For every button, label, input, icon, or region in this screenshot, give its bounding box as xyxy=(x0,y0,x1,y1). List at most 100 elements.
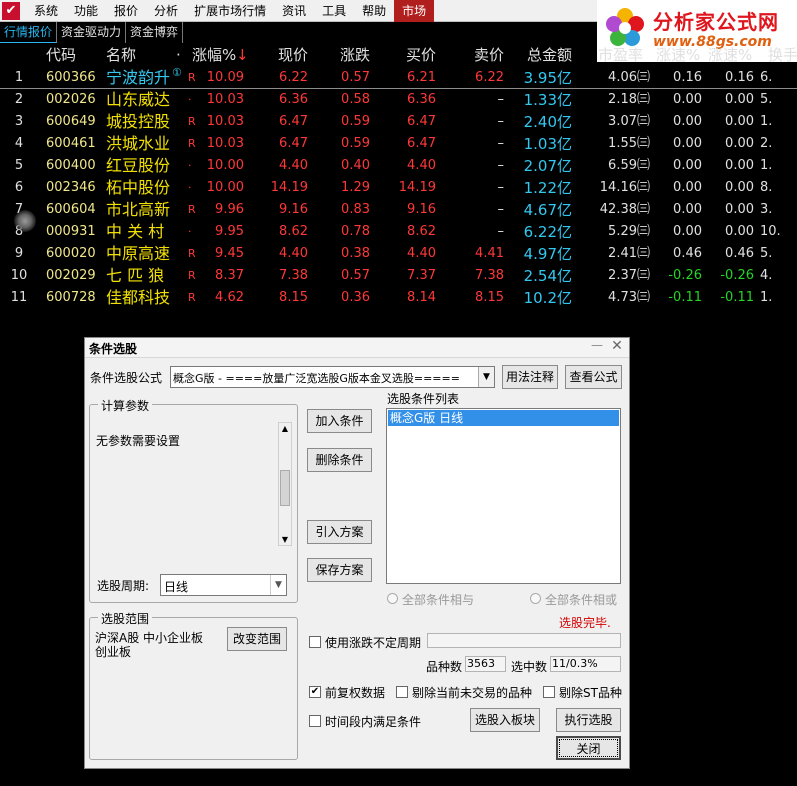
period-select[interactable]: 日线 ▼ xyxy=(160,574,287,596)
header-bid[interactable]: 买价 xyxy=(376,43,436,65)
header-code[interactable]: 代码 xyxy=(46,43,102,65)
bid-price: 6.21 xyxy=(407,70,436,85)
stock-name[interactable]: 中 关 村 xyxy=(106,221,186,243)
forward-adjust-checkbox[interactable]: ✔ xyxy=(309,686,321,698)
table-row[interactable]: 5 600400 红豆股份 · 10.00 4.40 0.40 4.40 – 2.07亿 6.59㈢… xyxy=(0,155,797,177)
close-icon[interactable]: ✕ xyxy=(609,338,625,356)
close-button[interactable]: 关闭 xyxy=(556,736,621,760)
minimize-icon[interactable]: — xyxy=(589,338,605,356)
table-row[interactable]: 4 600461 洪城水业 R 10.03 6.47 0.59 6.47 – 1.03亿 1.55㈢… xyxy=(0,133,797,155)
price: 6.47 xyxy=(279,136,308,151)
params-scrollbar[interactable]: ▲ ▼ xyxy=(278,422,292,546)
table-row[interactable]: 11 600728 佳都科技 R 4.62 8.15 0.36 8.14 8.15 10.2亿 4.… xyxy=(0,287,797,309)
radio-all-or[interactable] xyxy=(530,593,541,604)
table-row[interactable]: 10 002029 七 匹 狼 R 8.37 7.38 0.57 7.37 7.38 2.54亿 2… xyxy=(0,265,797,287)
menu-item-market[interactable]: 市场 xyxy=(394,0,435,22)
add-condition-button[interactable]: 加入条件 xyxy=(307,409,372,433)
table-row[interactable]: 9 600020 中原高速 R 9.45 4.40 0.38 4.40 4.41 4.97亿 2.4… xyxy=(0,243,797,265)
bid-price: 8.14 xyxy=(407,290,436,305)
add-to-block-button[interactable]: 选股入板块 xyxy=(470,708,540,732)
stock-code[interactable]: 000931 xyxy=(46,221,102,243)
bid-price: 6.47 xyxy=(407,114,436,129)
table-row[interactable]: 2 002026 山东威达 · 10.03 6.36 0.58 6.36 – 1.33亿 2.18㈢… xyxy=(0,89,797,111)
formula-select[interactable]: 概念G版 - ====放量广泛宽选股G版本金叉选股===== ▼ xyxy=(170,366,495,388)
scroll-up-icon[interactable]: ▲ xyxy=(280,424,290,433)
header-amount[interactable]: 总金额 xyxy=(514,43,572,65)
table-row[interactable]: 1 600366 宁波韵升 ① R 10.09 6.22 0.57 6.21 6.22 3.95亿 4… xyxy=(0,66,797,89)
tab-quotes[interactable]: 行情报价 xyxy=(0,22,58,43)
header-change-pct[interactable]: 涨幅% xyxy=(192,43,242,65)
table-row[interactable]: 6 002346 柘中股份 · 10.00 14.19 1.29 14.19 – 1.22亿 14.… xyxy=(0,177,797,199)
stock-name[interactable]: 佳都科技 xyxy=(106,287,186,309)
save-scheme-button[interactable]: 保存方案 xyxy=(307,558,372,582)
pe-ratio: 5.29㈢ xyxy=(608,224,650,239)
header-diff[interactable]: 涨跌 xyxy=(312,43,370,65)
stock-code[interactable]: 600400 xyxy=(46,155,102,177)
menu-item-help[interactable]: 帮助 xyxy=(354,0,394,22)
stock-code[interactable]: 600649 xyxy=(46,111,102,133)
selected-value: 11/0.3% xyxy=(550,656,621,672)
delete-condition-button[interactable]: 删除条件 xyxy=(307,448,372,472)
menu-item-extended-market[interactable]: 扩展市场行情 xyxy=(186,0,274,22)
change-pct: 10.03 xyxy=(206,114,244,129)
selected-label: 选中数 xyxy=(511,660,548,674)
exclude-untraded-checkbox[interactable] xyxy=(396,686,408,698)
condition-list-item[interactable]: 概念G版 日线 xyxy=(388,410,619,426)
stock-code[interactable]: 002346 xyxy=(46,177,102,199)
turnover: 1. xyxy=(760,158,773,173)
app-logo-icon[interactable]: ✔ xyxy=(2,1,20,20)
menu-item-system[interactable]: 系统 xyxy=(26,0,66,22)
tab-fund-drive[interactable]: 资金驱动力 xyxy=(57,22,127,43)
header-pe[interactable]: 市盈率 xyxy=(598,43,658,65)
stock-name[interactable]: 市北高新 xyxy=(106,199,186,221)
header-turnover[interactable]: 换手 xyxy=(768,43,797,65)
bid-price: 6.36 xyxy=(407,92,436,107)
stock-name[interactable]: 七 匹 狼 xyxy=(106,265,186,287)
header-ask[interactable]: 卖价 xyxy=(444,43,504,65)
header-speed-2[interactable]: 涨速% xyxy=(708,43,758,65)
import-scheme-button[interactable]: 引入方案 xyxy=(307,520,372,544)
stock-name[interactable]: 红豆股份 xyxy=(106,155,186,177)
stock-code[interactable]: 600020 xyxy=(46,243,102,265)
dropdown-arrow-icon[interactable]: ▼ xyxy=(478,367,494,387)
row-index: 5 xyxy=(14,158,24,173)
menu-item-quote[interactable]: 报价 xyxy=(106,0,146,22)
dropdown-arrow-icon[interactable]: ▼ xyxy=(270,575,286,595)
stock-name[interactable]: 中原高速 xyxy=(106,243,186,265)
stock-name[interactable]: 城投控股 xyxy=(106,111,186,133)
scroll-down-icon[interactable]: ▼ xyxy=(280,535,290,544)
radio-all-and[interactable] xyxy=(387,593,398,604)
menu-item-tools[interactable]: 工具 xyxy=(314,0,354,22)
stock-name[interactable]: 山东威达 xyxy=(106,89,186,111)
run-selection-button[interactable]: 执行选股 xyxy=(556,708,621,732)
tab-fund-game[interactable]: 资金博弈 xyxy=(126,22,184,43)
exclude-st-checkbox[interactable] xyxy=(543,686,555,698)
scroll-thumb[interactable] xyxy=(280,470,290,506)
stock-code[interactable]: 600604 xyxy=(46,199,102,221)
stock-code[interactable]: 002029 xyxy=(46,265,102,287)
change-pct: 4.62 xyxy=(215,290,244,305)
table-row[interactable]: 8 000931 中 关 村 · 9.95 8.62 0.78 8.62–6.22亿 5.29㈢… xyxy=(0,221,797,243)
stock-code[interactable]: 002026 xyxy=(46,89,102,111)
menu-item-function[interactable]: 功能 xyxy=(66,0,106,22)
change-range-button[interactable]: 改变范围 xyxy=(227,627,287,651)
stock-name[interactable]: 柘中股份 xyxy=(106,177,186,199)
stock-code[interactable]: 600366 xyxy=(46,67,102,89)
view-formula-button[interactable]: 查看公式 xyxy=(565,365,622,389)
menu-item-news[interactable]: 资讯 xyxy=(274,0,314,22)
usage-notes-button[interactable]: 用法注释 xyxy=(502,365,558,389)
stock-code[interactable]: 600728 xyxy=(46,287,102,309)
table-row[interactable]: 7 600604 市北高新 R 9.96 9.16 0.83 9.16–4.67亿 42.38㈢… xyxy=(0,199,797,221)
header-speed-1[interactable]: 涨速% xyxy=(656,43,706,65)
use-period-checkbox[interactable] xyxy=(309,636,321,648)
stock-name[interactable]: 洪城水业 xyxy=(106,133,186,155)
stock-code[interactable]: 600461 xyxy=(46,133,102,155)
table-row[interactable]: 3 600649 城投控股 R 10.03 6.47 0.59 6.47 – 2.40亿 3.07㈢… xyxy=(0,111,797,133)
condition-list[interactable]: 概念G版 日线 xyxy=(386,408,621,584)
dialog-title-bar[interactable]: 条件选股 — ✕ xyxy=(85,338,629,358)
menu-item-analysis[interactable]: 分析 xyxy=(146,0,186,22)
row-index: 11 xyxy=(10,290,28,305)
dialog-title: 条件选股 xyxy=(89,342,138,356)
time-range-checkbox[interactable] xyxy=(309,715,321,727)
header-price[interactable]: 现价 xyxy=(248,43,308,65)
